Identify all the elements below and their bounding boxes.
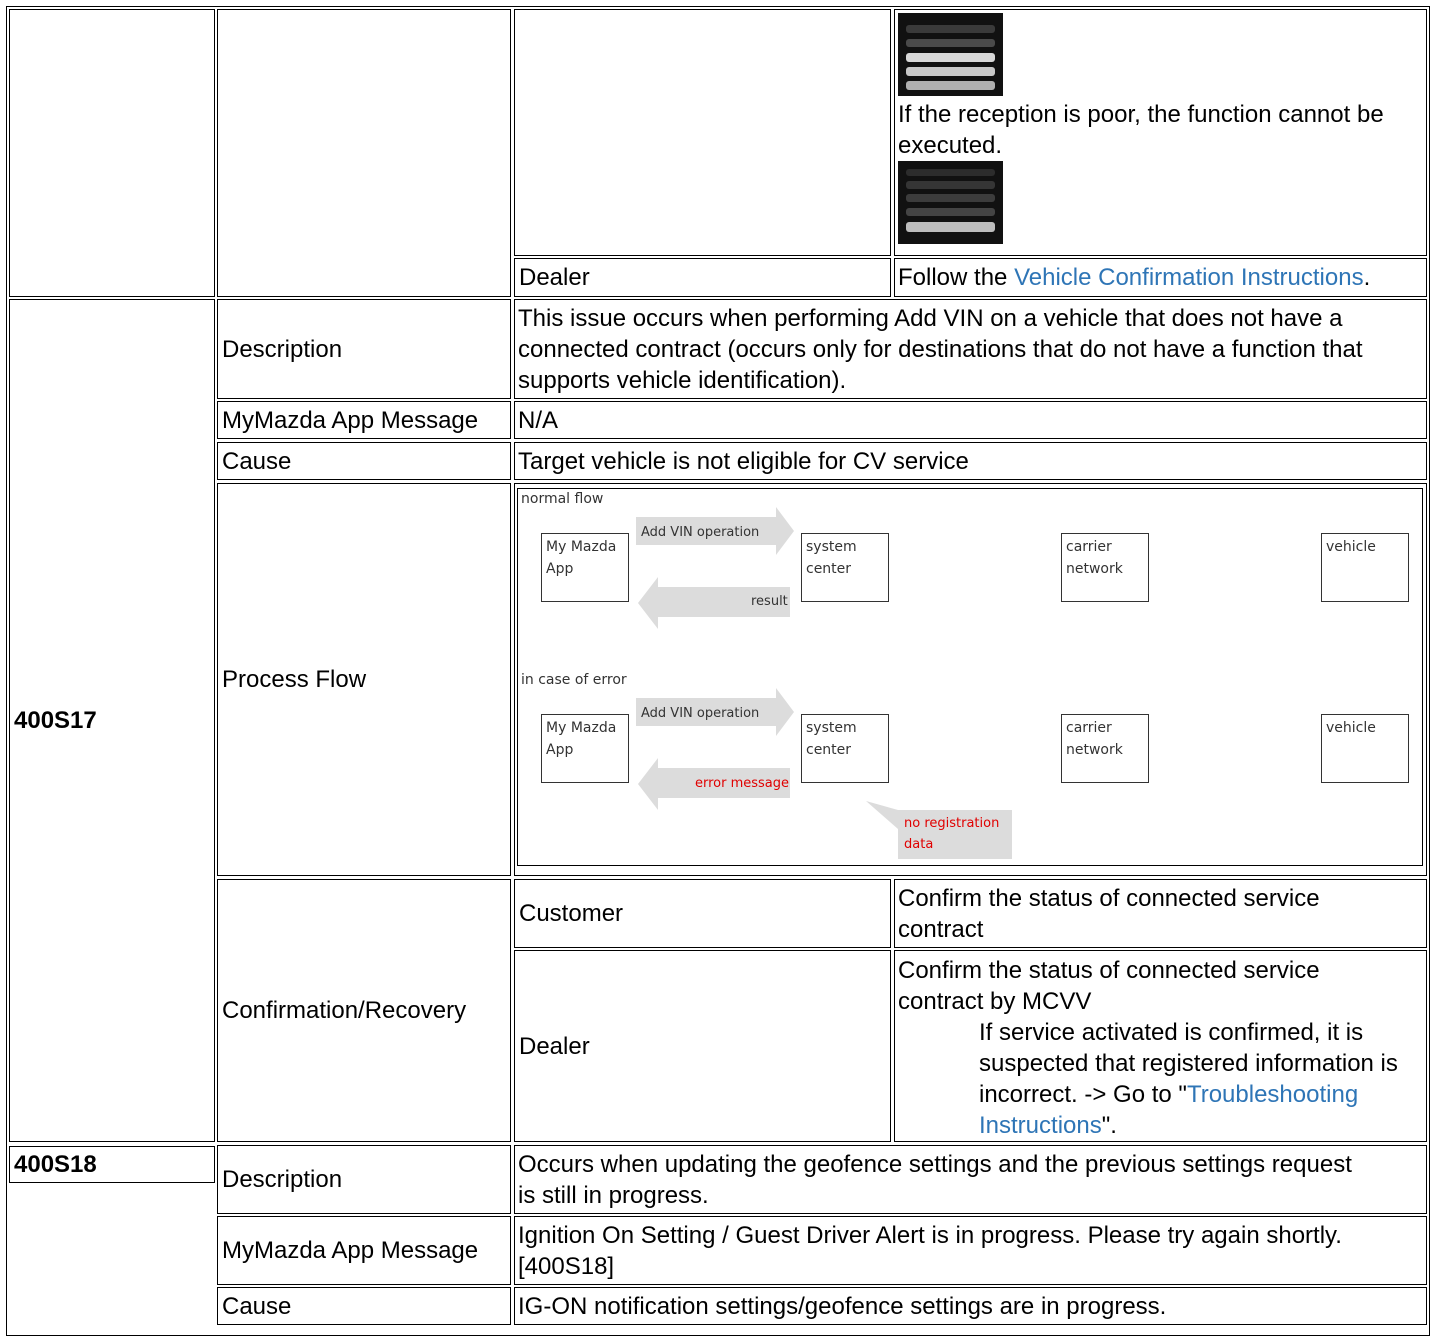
signal-bars-image <box>898 161 1003 244</box>
system-center-box: system center <box>801 714 889 783</box>
process-flow-diagram: normal flow Add VIN operation result My … <box>517 488 1423 866</box>
center-box-line2: center <box>806 742 852 758</box>
message-label: MyMazda App Message <box>222 406 479 434</box>
message-label-cell: MyMazda App Message <box>217 401 511 439</box>
follow-suffix: . <box>1363 264 1371 291</box>
process-label-cell: Process Flow <box>217 483 511 876</box>
description-label: Description <box>222 1166 343 1193</box>
error-code-cell: 400S18 <box>9 1146 215 1183</box>
error-flow-title: in case of error <box>521 672 627 688</box>
cause-cell: IG-ON notification settings/geofence set… <box>514 1287 1427 1325</box>
dealer-detail-suffix: ". <box>1101 1112 1117 1139</box>
carrier-box-line2: network <box>1066 561 1123 577</box>
dealer-action: Confirm the status of connected service … <box>898 957 1320 1015</box>
carrier-box-line2: network <box>1066 742 1123 758</box>
no-registration-callout: no registration data <box>904 816 1000 852</box>
carrier-network-box: carrier network <box>1061 533 1149 602</box>
cause-text: Target vehicle is not eligible for CV se… <box>518 447 969 475</box>
description-text: This issue occurs when performing Add VI… <box>518 304 1363 394</box>
center-box-line2: center <box>806 561 852 577</box>
dealer-action-cell: Follow the Vehicle Confirmation Instruct… <box>894 258 1427 297</box>
process-label: Process Flow <box>222 666 367 693</box>
error-code-400S17: 400S17 <box>14 707 97 734</box>
signal-bars-image <box>898 13 1003 96</box>
description-label: Description <box>222 335 343 363</box>
follow-prefix: Follow the <box>898 264 1015 291</box>
description-label-cell: Description <box>217 299 511 399</box>
dealer-action-cell: Confirm the status of connected service … <box>894 950 1427 1142</box>
my-mazda-app-box: My Mazda App <box>541 714 629 783</box>
vehicle-box: vehicle <box>1321 714 1409 783</box>
description-label-cell: Description <box>217 1145 511 1214</box>
app-box-line2: App <box>546 561 574 577</box>
role-cell-empty <box>514 9 891 256</box>
message-cell: N/A <box>514 401 1427 439</box>
error-message-label: error message <box>695 776 790 791</box>
center-box-line1: system <box>806 539 857 555</box>
error-code-cell: 400S17 <box>9 299 215 1142</box>
app-box-line2: App <box>546 742 574 758</box>
cause-label-cell: Cause <box>217 442 511 480</box>
customer-action-cell: Confirm the status of connected service … <box>894 879 1427 948</box>
dealer-detail: If service activated is confirmed, it is… <box>898 1017 1423 1141</box>
cause-label-cell: Cause <box>217 1287 511 1325</box>
message-text: N/A <box>518 406 559 434</box>
customer-label: Customer <box>519 900 624 927</box>
carrier-box-line1: carrier <box>1066 539 1112 555</box>
reception-note: If the reception is poor, the function c… <box>898 101 1384 159</box>
add-vin-label-error: Add VIN operation <box>641 706 760 721</box>
result-label: result <box>751 594 788 609</box>
vehicle-box-label: vehicle <box>1326 539 1376 555</box>
flow-arrows <box>636 507 1012 859</box>
carrier-network-box: carrier network <box>1061 714 1149 783</box>
dealer-role-cell: Dealer <box>514 258 891 297</box>
label-cell-empty <box>217 9 511 297</box>
cause-label: Cause <box>222 1292 292 1320</box>
system-center-box: system center <box>801 533 889 602</box>
cause-cell: Target vehicle is not eligible for CV se… <box>514 442 1427 480</box>
app-box-line1: My Mazda <box>546 720 617 736</box>
vehicle-box-label: vehicle <box>1326 720 1376 736</box>
my-mazda-app-box: My Mazda App <box>541 533 629 602</box>
message-cell: Ignition On Setting / Guest Driver Alert… <box>514 1216 1427 1285</box>
cause-text: IG-ON notification settings/geofence set… <box>518 1292 1167 1320</box>
error-code-400S18: 400S18 <box>14 1151 97 1178</box>
app-box-line1: My Mazda <box>546 539 617 555</box>
dealer-role-cell: Dealer <box>514 950 891 1142</box>
code-cell-empty <box>9 9 215 297</box>
customer-action: Confirm the status of connected service … <box>898 884 1320 943</box>
reception-cell: If the reception is poor, the function c… <box>894 9 1427 256</box>
confirm-label: Confirmation/Recovery <box>222 997 467 1024</box>
description-cell: Occurs when updating the geofence settin… <box>514 1145 1427 1214</box>
confirm-label-cell: Confirmation/Recovery <box>217 879 511 1142</box>
dealer-label: Dealer <box>519 264 590 291</box>
add-vin-label: Add VIN operation <box>641 525 760 540</box>
description-cell: This issue occurs when performing Add VI… <box>514 299 1427 399</box>
description-text: Occurs when updating the geofence settin… <box>518 1150 1352 1209</box>
message-text: Ignition On Setting / Guest Driver Alert… <box>518 1221 1342 1280</box>
message-label: MyMazda App Message <box>222 1237 479 1264</box>
center-box-line1: system <box>806 720 857 736</box>
dealer-label: Dealer <box>519 1032 590 1060</box>
vehicle-box: vehicle <box>1321 533 1409 602</box>
vehicle-confirmation-link[interactable]: Vehicle Confirmation Instructions <box>1014 262 1364 293</box>
customer-role-cell: Customer <box>514 879 891 948</box>
carrier-box-line1: carrier <box>1066 720 1112 736</box>
message-label-cell: MyMazda App Message <box>217 1216 511 1285</box>
cause-label: Cause <box>222 447 292 475</box>
